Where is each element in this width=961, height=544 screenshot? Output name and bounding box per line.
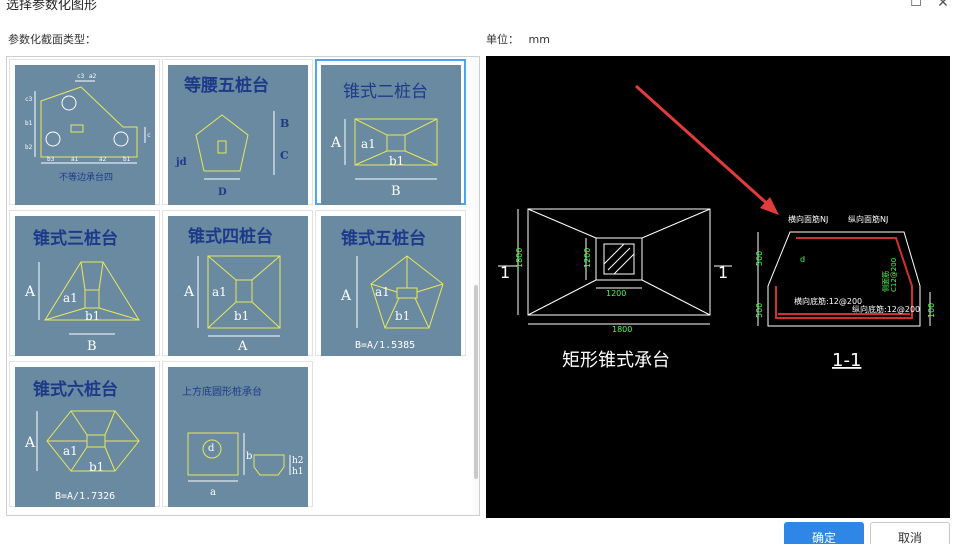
thumb-cone-five[interactable]: 锥式五桩台 A a1 b1 B=A/1.5385 — [315, 210, 466, 356]
thumb3-label-bb: B — [391, 184, 401, 199]
thumb-isosceles-drawing: 等腰五桩台 B C jd D — [175, 75, 289, 198]
thumb2-label-c: C — [280, 149, 289, 162]
window-title: 选择参数化图形 — [6, 0, 98, 13]
thumb-cone-six-drawing: 锥式六桩台 A a1 b1 B=A/1.7326 — [24, 379, 140, 502]
thumb6-label-a: A — [340, 288, 352, 304]
thumb6-label-b1: b1 — [395, 309, 410, 323]
sec-dim-h1: 500 — [755, 251, 764, 266]
preview-drawing: 1800 1200 1200 1800 1 1 矩形锥式承台 横向面筋NJ 纵向… — [498, 84, 936, 371]
thumb2-label-b: B — [280, 117, 289, 130]
thumb7-label-a1: a1 — [63, 444, 78, 458]
thumb7-caption: 锥式六桩台 — [33, 379, 118, 400]
thumb2-label-jd: jd — [175, 157, 187, 168]
window-titlebar: 选择参数化图形 ☐ ✕ — [0, 0, 961, 18]
thumb-cone-four-drawing: 锥式四桩台 A a1 b1 A — [183, 226, 281, 354]
thumb-irregular-cap[interactable]: c3 a2 c3 b1 b2 b3 a1 a2 b1 c 不等边承台四 — [9, 59, 160, 205]
thumb8-label-d: d — [208, 443, 215, 454]
thumb-irregular-drawing: c3 a2 c3 b1 b2 b3 a1 a2 b1 c 不等边承台四 — [25, 73, 151, 183]
thumb1-caption: 不等边承台四 — [59, 171, 113, 183]
sec-d-label: d — [800, 255, 805, 264]
thumb4-label-b1: b1 — [85, 309, 100, 323]
sec-long-bottom: 纵向底筋:12@200 — [852, 304, 920, 314]
thumb1-label-c3: c3 — [77, 73, 85, 80]
thumb1-label-a1: a1 — [71, 156, 79, 163]
thumb4-label-b: B — [87, 339, 97, 354]
section-mark-right: 1 — [718, 263, 728, 282]
thumb-cone-six[interactable]: 锥式六桩台 A a1 b1 B=A/1.7326 — [9, 361, 160, 507]
thumb8-caption: 上方底圆形桩承台 — [182, 385, 262, 398]
thumb8-label-b: b — [246, 451, 252, 462]
thumb5-label-b1: b1 — [234, 309, 249, 323]
thumb3-caption: 锥式二桩台 — [343, 82, 428, 102]
thumb-round-square[interactable]: 上方底圆形桩承台 d b a h2 h1 — [162, 361, 313, 507]
thumb5-label-a1: a1 — [212, 285, 227, 299]
sec-side-bar2: C12@200 — [890, 258, 898, 292]
sec-long-bar: 纵向面筋NJ — [848, 214, 888, 224]
dim-plan-width: 1800 — [612, 325, 632, 334]
dim-inner-width: 1200 — [606, 289, 626, 298]
thumb-cone-three[interactable]: 锥式三桩台 A a1 b1 B — [9, 210, 160, 356]
thumb4-label-a: A — [24, 284, 36, 300]
unit-label: 单位： mm — [486, 31, 550, 47]
thumb1-label-b1: b1 — [25, 120, 33, 127]
thumb3-label-a: A — [330, 135, 342, 151]
thumb5-label-a: A — [183, 284, 195, 300]
preview-panel: 1800 1200 1200 1800 1 1 矩形锥式承台 横向面筋NJ 纵向… — [486, 56, 950, 518]
thumb8-label-h2: h2 — [292, 456, 304, 466]
plan-outline — [527, 208, 711, 316]
maximize-icon[interactable]: ☐ — [908, 0, 924, 11]
thumb1-label-b3: b3 — [47, 156, 55, 163]
shape-grid: c3 a2 c3 b1 b2 b3 a1 a2 b1 c 不等边承台四 等腰五桩… — [6, 56, 480, 516]
section-title: 1-1 — [832, 350, 861, 371]
thumb8-label-h1: h1 — [292, 467, 304, 477]
highlight-arrow — [634, 84, 774, 210]
thumb6-caption: 锥式五桩台 — [341, 228, 426, 249]
thumb4-label-a1: a1 — [63, 291, 78, 305]
thumb8-label-a: a — [210, 487, 216, 498]
dim-inner-height: 1200 — [583, 248, 592, 268]
thumb-cone-three-drawing: 锥式三桩台 A a1 b1 B — [24, 228, 140, 354]
thumb1-label-a2: a2 — [89, 73, 97, 80]
dim-plan-height: 1800 — [515, 248, 524, 268]
section-type-label: 参数化截面类型： — [8, 33, 96, 46]
unit-label-text: 单位： — [486, 33, 519, 46]
thumb3-label-b1: b1 — [389, 154, 404, 168]
thumb-cone-five-drawing: 锥式五桩台 A a1 b1 B=A/1.5385 — [340, 228, 444, 351]
thumb7-label-b1: b1 — [89, 460, 104, 474]
grid-scrollbar[interactable] — [474, 285, 478, 479]
cancel-button[interactable]: 取消 — [870, 522, 950, 544]
thumb1-label-b1b: b1 — [123, 156, 131, 163]
thumb1-label-b2: b2 — [25, 144, 33, 151]
thumb7-label-a: A — [24, 435, 36, 451]
sec-dim-h2: 500 — [755, 303, 764, 318]
thumb-round-square-drawing: 上方底圆形桩承台 d b a h2 h1 — [182, 385, 304, 498]
thumb2-label-d: D — [218, 187, 227, 198]
thumb6-label-a1: a1 — [375, 285, 390, 299]
confirm-button[interactable]: 确定 — [784, 522, 864, 544]
sec-side-bar: 侧面筋 — [881, 271, 890, 292]
section-mark-left: 1 — [500, 263, 510, 282]
thumb5-label-aa: A — [237, 339, 248, 354]
thumb1-label-a2b: a2 — [99, 156, 107, 163]
unit-value: mm — [528, 33, 550, 46]
thumb3-label-a1: a1 — [361, 137, 376, 151]
close-icon[interactable]: ✕ — [935, 0, 951, 11]
thumb-cone-four[interactable]: 锥式四桩台 A a1 b1 A — [162, 210, 313, 356]
sec-dim-h3: 100 — [927, 303, 936, 318]
thumb2-caption: 等腰五桩台 — [184, 75, 269, 96]
thumb1-label-c: c — [147, 132, 151, 139]
thumb-cone-two[interactable]: 锥式二桩台 A a1 b1 B — [315, 59, 466, 205]
thumb5-caption: 锥式四桩台 — [188, 226, 273, 247]
sec-top-bar: 横向面筋NJ — [788, 214, 828, 224]
thumb6-formula: B=A/1.5385 — [355, 340, 415, 351]
thumb4-caption: 锥式三桩台 — [33, 228, 118, 249]
thumb-isosceles-five[interactable]: 等腰五桩台 B C jd D — [162, 59, 313, 205]
thumb1-label-c3b: c3 — [25, 96, 33, 103]
thumb-cone-two-drawing: 锥式二桩台 A a1 b1 B — [330, 82, 438, 199]
plan-title: 矩形锥式承台 — [562, 350, 670, 371]
thumb7-formula: B=A/1.7326 — [55, 491, 115, 502]
